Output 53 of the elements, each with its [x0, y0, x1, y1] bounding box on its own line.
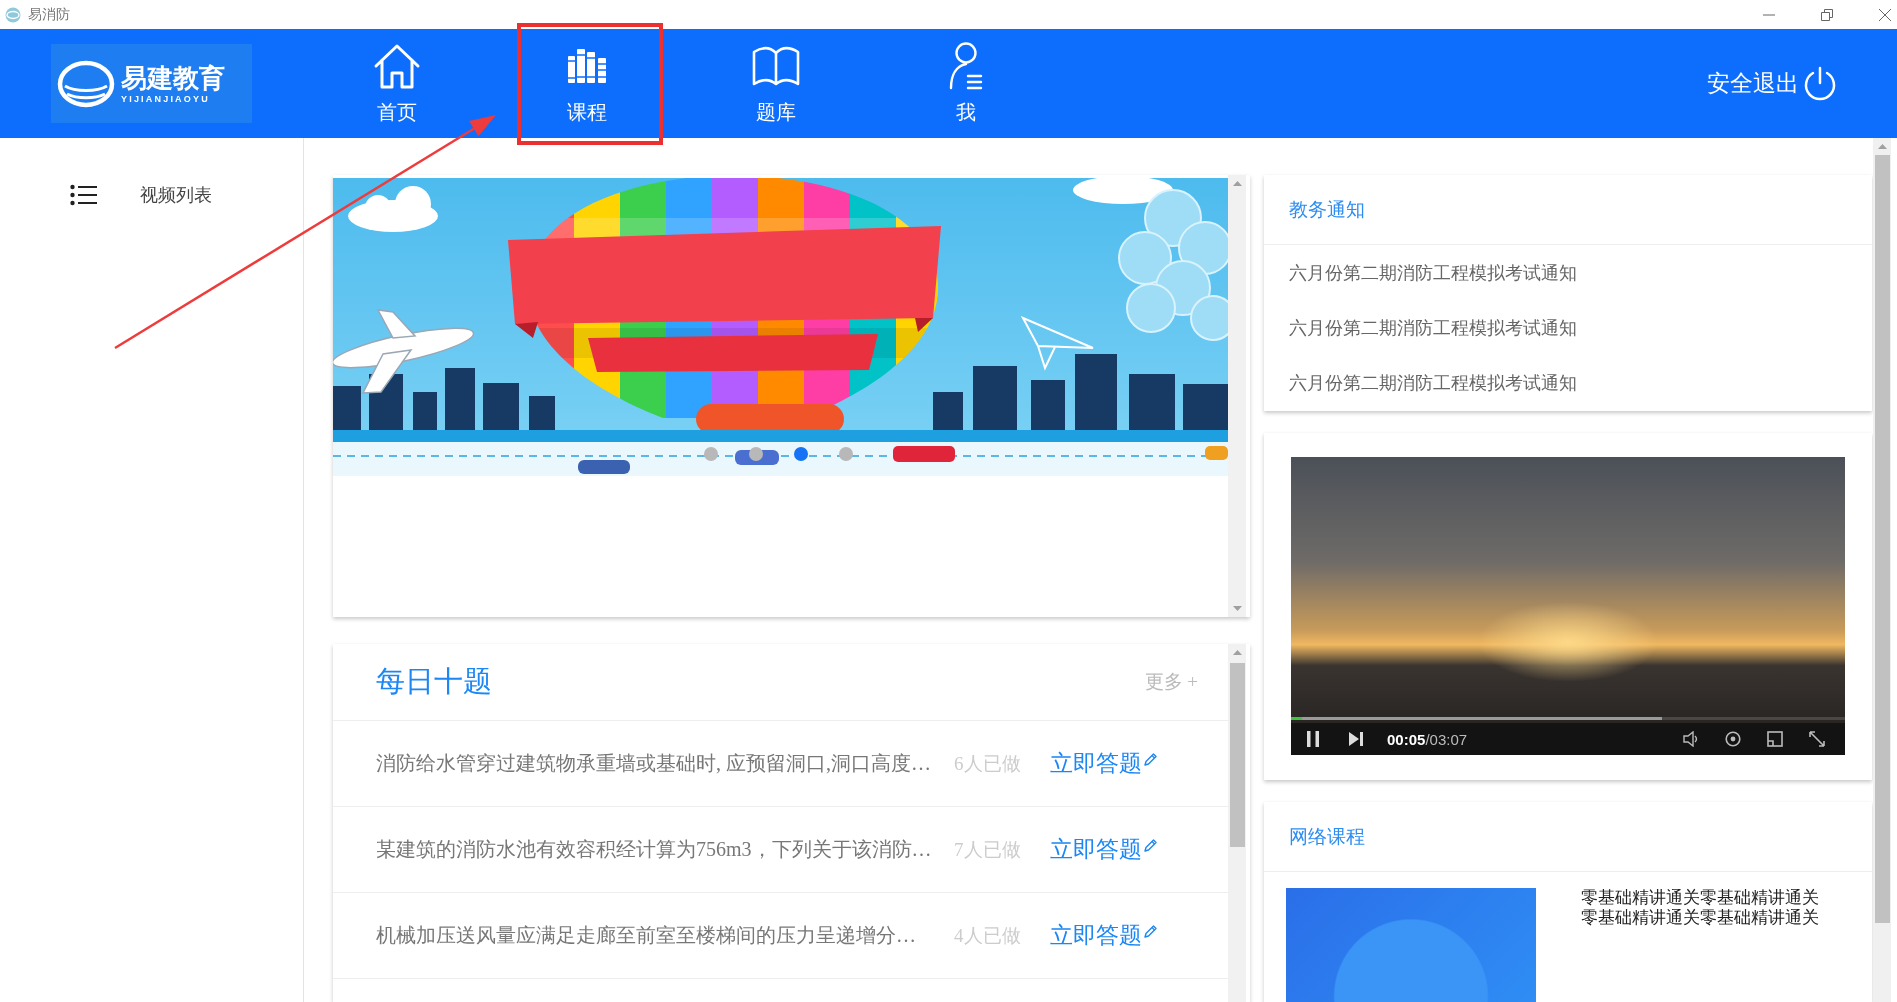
nav-tab[interactable]: 题库 [701, 29, 851, 138]
volume-icon[interactable] [1683, 731, 1699, 747]
frame-icon[interactable] [1767, 731, 1783, 747]
scroll-up-icon[interactable] [1232, 650, 1242, 655]
app-logo-icon [5, 6, 21, 23]
nav-tab[interactable]: 课程 [511, 29, 662, 138]
user-icon [948, 42, 983, 90]
scrollbar-thumb[interactable] [1874, 155, 1890, 923]
open-book-icon [752, 46, 800, 86]
scrollbar-thumb[interactable] [1229, 663, 1245, 847]
pencil-icon [1144, 753, 1157, 766]
ring-icon [57, 58, 115, 109]
expand-icon[interactable] [1809, 731, 1825, 747]
skip-next-icon[interactable] [1349, 732, 1363, 746]
close-icon[interactable] [1879, 8, 1891, 21]
notice-item[interactable]: 六月份第二期消防工程模拟考试通知 [1289, 315, 1577, 340]
question-text: 机械加压送风量应满足走廊至前室至楼梯间的压力呈递增分… [376, 923, 917, 948]
pencil-icon [1144, 839, 1157, 852]
scroll-down-icon[interactable] [1232, 606, 1242, 611]
scroll-up-icon[interactable] [1232, 181, 1242, 186]
pause-icon[interactable] [1307, 731, 1319, 747]
notice-item[interactable]: 六月份第二期消防工程模拟考试通知 [1289, 370, 1577, 395]
answer-link[interactable]: 立即答题 [1050, 748, 1157, 779]
scrollbar[interactable] [1873, 138, 1891, 1002]
nav-tab[interactable]: 首页 [322, 29, 472, 138]
scrollbar[interactable] [1228, 644, 1246, 1002]
scrollbar[interactable] [1228, 175, 1246, 617]
pencil-icon [1144, 925, 1157, 938]
window-title: 易消防 [28, 5, 70, 24]
list-icon [70, 184, 97, 206]
progress-track[interactable] [1291, 717, 1845, 720]
nav-tab[interactable]: 我 [890, 29, 1041, 138]
scroll-up-icon[interactable] [1877, 144, 1887, 149]
course-description[interactable]: 零基础精讲通关零基础精讲通关零基础精讲通关零基础精讲通关 [1581, 888, 1827, 928]
logo-subtitle: YIJIANJIAOYU [121, 92, 210, 105]
sidebar-item[interactable]: 视频列表 [70, 183, 212, 207]
question-text: 消防给水管穿过建筑物承重墙或基础时, 应预留洞口,洞口高度… [376, 751, 932, 776]
notice-item[interactable]: 六月份第二期消防工程模拟考试通知 [1289, 260, 1577, 285]
video-time: 00:05/03:07 [1387, 730, 1468, 748]
card-title: 每日十题 [376, 664, 492, 699]
course-cover-drawing[interactable] [1286, 888, 1536, 1002]
logo-name: 易建教育 [121, 62, 225, 93]
house-icon [373, 43, 421, 89]
card-title: 网络课程 [1289, 824, 1365, 849]
question-text: 某建筑的消防水池有效容积经计算为756m3，下列关于该消防… [376, 837, 933, 862]
card-title: 教务通知 [1289, 197, 1365, 222]
settings-icon[interactable] [1725, 731, 1741, 747]
books-icon [567, 49, 606, 83]
answer-link[interactable]: 立即答题 [1050, 834, 1157, 865]
answer-link[interactable]: 立即答题 [1050, 920, 1157, 951]
power-icon [1802, 65, 1838, 102]
logout-button[interactable]: 安全退出 [1707, 65, 1838, 102]
restore-icon[interactable] [1821, 8, 1833, 21]
